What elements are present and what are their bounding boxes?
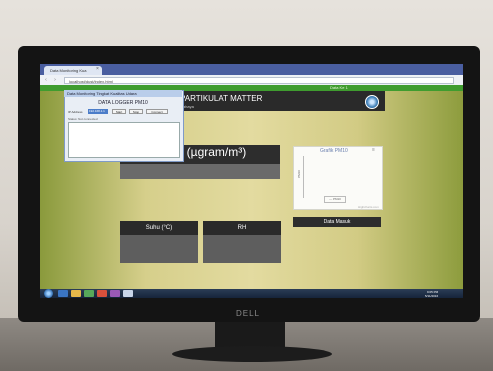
data-masuk-button[interactable]: Data Masuk	[293, 217, 381, 227]
institution-logo-icon	[365, 95, 379, 109]
stop-button[interactable]: Stop	[129, 109, 143, 114]
data-logger-titlebar[interactable]: Data Monitoring Tingkat Kualitas Udara	[64, 90, 182, 97]
browser-tab-bar	[40, 64, 463, 75]
pm10-value-area	[120, 164, 280, 179]
ip-address-input[interactable]: 192.168.1.1	[88, 109, 108, 114]
taskbar-clock[interactable]: 9:05 PM 5/11/2016	[425, 290, 438, 298]
chart-title: Grafik PM10	[320, 148, 348, 154]
temperature-label: Suhu (°C)	[120, 221, 198, 235]
connect-button[interactable]: Connect	[146, 109, 168, 114]
page-title: PARTIKULAT MATTER	[180, 94, 263, 103]
data-logger-heading: DATA LOGGER PM10	[98, 100, 148, 106]
monitor-brand-logo: DELL	[235, 309, 260, 318]
ie-icon[interactable]	[58, 290, 68, 297]
media-icon[interactable]	[84, 290, 94, 297]
forward-arrow-icon[interactable]: ›	[52, 77, 58, 83]
browser-tab-title: Data Monitoring Kua	[50, 68, 87, 73]
monitor-stand-base	[172, 346, 332, 362]
ip-address-label: IP Address	[68, 110, 83, 114]
data-logger-log[interactable]	[68, 122, 180, 158]
connection-status: Status: Not connected	[68, 117, 98, 121]
running-app-icon[interactable]	[123, 290, 133, 297]
humidity-label: RH	[203, 221, 281, 235]
browser-tab[interactable]: Data Monitoring Kua	[44, 66, 102, 75]
start-button[interactable]: Start	[112, 109, 126, 114]
monitor-screen: Data Monitoring Kua × ‹ › localhost/dust…	[40, 64, 463, 298]
chart-y-label: PM10	[296, 170, 301, 178]
chart-y-axis	[303, 156, 304, 198]
app-icon[interactable]	[110, 290, 120, 297]
clock-date: 5/11/2016	[425, 294, 439, 298]
chrome-icon[interactable]	[97, 290, 107, 297]
tab-close-icon[interactable]: ×	[96, 66, 99, 72]
chart-menu-icon[interactable]: ≡	[372, 147, 375, 153]
folder-icon[interactable]	[71, 290, 81, 297]
start-button-icon[interactable]	[44, 289, 53, 298]
address-bar[interactable]: localhost/dust/index.html	[64, 77, 454, 84]
chart-credit[interactable]: Highcharts.com	[358, 205, 379, 209]
back-arrow-icon[interactable]: ‹	[43, 77, 49, 83]
chart-legend[interactable]: — PM10	[324, 196, 346, 203]
